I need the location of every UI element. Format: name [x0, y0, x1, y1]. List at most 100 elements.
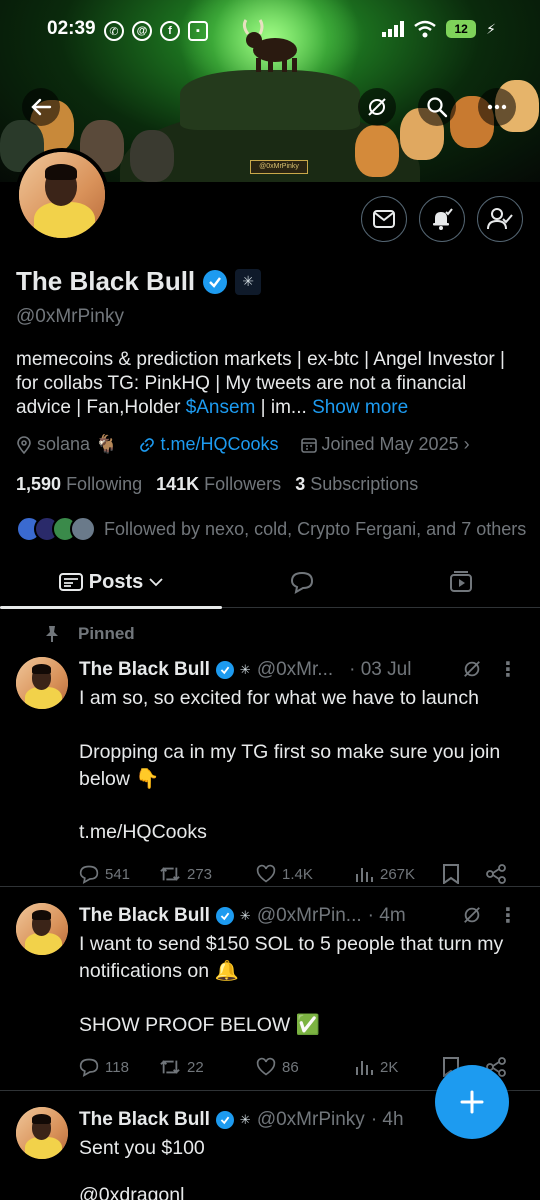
- post-author-handle[interactable]: @0xMr...: [257, 659, 333, 681]
- post-author-handle[interactable]: @0xMrPinky: [257, 1109, 365, 1131]
- post-author-name[interactable]: The Black Bull: [79, 659, 210, 681]
- website-item[interactable]: t.me/HQCooks: [139, 434, 279, 455]
- post-timestamp[interactable]: · 4m: [368, 905, 406, 927]
- followers-label: Followers: [204, 474, 282, 494]
- post-timestamp[interactable]: · 03 Jul: [349, 659, 411, 681]
- pin-icon: [46, 626, 58, 642]
- banner-dog: [130, 130, 174, 182]
- post-more-icon[interactable]: ⋮: [498, 657, 518, 682]
- subscriptions-count-link[interactable]: 3 Subscriptions: [295, 474, 418, 495]
- chevron-down-icon: [149, 578, 163, 587]
- chevron-right-icon: ›: [463, 434, 470, 454]
- back-button[interactable]: [22, 88, 60, 126]
- profile-avatar[interactable]: [15, 148, 109, 242]
- tab-posts[interactable]: Posts: [0, 556, 222, 609]
- post-timestamp[interactable]: · 4h: [371, 1109, 404, 1131]
- tab-replies[interactable]: [222, 556, 382, 608]
- post-link[interactable]: t.me/HQCooks: [79, 819, 524, 846]
- reply-count: 118: [105, 1058, 129, 1076]
- post-author-name[interactable]: The Black Bull: [79, 905, 210, 927]
- followers-count-link[interactable]: 141K Followers: [156, 474, 281, 495]
- repost-count: 22: [187, 1058, 204, 1076]
- affiliation-badge-icon: ✳: [239, 662, 251, 677]
- affiliation-badge-icon: ✳: [239, 1112, 251, 1127]
- show-more-link[interactable]: Show more: [312, 397, 408, 418]
- tab-media[interactable]: [382, 556, 540, 608]
- heart-icon: [256, 1057, 276, 1076]
- battery-indicator: 12: [446, 20, 477, 38]
- following-count: 1,590: [16, 474, 62, 494]
- affiliation-badge-icon: ✳: [239, 908, 251, 923]
- following-count-link[interactable]: 1,590 Following: [16, 474, 142, 495]
- post-more-icon[interactable]: ⋮: [498, 903, 518, 928]
- facebook-icon: f: [160, 21, 180, 41]
- verified-badge-icon[interactable]: [203, 269, 228, 294]
- compose-button[interactable]: [435, 1065, 509, 1139]
- reply-button[interactable]: 541: [79, 864, 159, 884]
- website-link[interactable]: t.me/HQCooks: [160, 434, 278, 455]
- video-icon: [450, 571, 472, 592]
- grok-icon[interactable]: [462, 659, 482, 685]
- followed-by-text: Followed by nexo, cold, Crypto Fergani, …: [104, 518, 527, 539]
- grok-icon[interactable]: [462, 905, 482, 931]
- repost-icon: [160, 867, 180, 881]
- verified-badge-icon: [215, 661, 234, 679]
- notifications-button[interactable]: [419, 196, 465, 242]
- post-header: The Black Bull ✳ @0xMrPin... · 4m ⋮: [79, 903, 524, 929]
- signal-icon: [382, 21, 405, 37]
- grok-button[interactable]: [358, 88, 396, 126]
- views-button[interactable]: 267K: [354, 864, 442, 884]
- envelope-icon: [373, 210, 395, 228]
- post-author-handle[interactable]: @0xMrPin...: [257, 905, 362, 927]
- repost-count: 273: [187, 865, 213, 883]
- post-mention-link[interactable]: @0xdragonl: [79, 1182, 524, 1200]
- search-button[interactable]: [418, 88, 456, 126]
- post-avatar[interactable]: [16, 657, 68, 709]
- link-icon: [140, 437, 155, 452]
- views-chart-icon: [356, 1061, 373, 1075]
- location-item: solana 🐐: [16, 434, 117, 455]
- banner-dog: [355, 125, 399, 177]
- profile-tabs: Posts: [0, 556, 540, 609]
- bookmark-icon: [443, 864, 459, 884]
- banner-rock: [180, 70, 360, 130]
- share-button[interactable]: [486, 864, 506, 884]
- bookmark-button[interactable]: [442, 864, 486, 884]
- cashtag-link[interactable]: $Ansem: [186, 397, 256, 418]
- followed-by-row[interactable]: Followed by nexo, cold, Crypto Fergani, …: [16, 516, 526, 542]
- heart-icon: [256, 864, 276, 883]
- profile-bio: memecoins & prediction markets | ex-btc …: [16, 348, 526, 420]
- views-count: 2K: [380, 1058, 399, 1076]
- following-button[interactable]: [477, 196, 523, 242]
- person-check-icon: [487, 208, 513, 230]
- status-bar: 02:39 ✆ @ f ▪ 12 ⚡: [0, 18, 540, 48]
- share-icon: [486, 864, 506, 884]
- post-avatar[interactable]: [16, 903, 68, 955]
- goat-emoji-icon: 🐐: [95, 434, 118, 454]
- affiliation-badge-icon[interactable]: ✳: [235, 268, 262, 295]
- reply-button[interactable]: 118: [79, 1057, 159, 1077]
- message-button[interactable]: [361, 196, 407, 242]
- pinned-label-row: Pinned: [44, 624, 135, 644]
- location-pin-icon: [17, 435, 31, 454]
- post-text: I am so, so excited for what we have to …: [79, 687, 501, 790]
- charging-icon: ⚡: [486, 20, 496, 37]
- repost-button[interactable]: 273: [159, 864, 256, 884]
- post-author-name[interactable]: The Black Bull: [79, 1109, 210, 1131]
- post-avatar[interactable]: [16, 1107, 68, 1159]
- following-label: Following: [66, 474, 143, 494]
- joined-item[interactable]: Joined May 2025 ›: [300, 434, 470, 455]
- views-count: 267K: [380, 865, 416, 883]
- whatsapp-icon: ✆: [104, 21, 124, 41]
- more-options-button[interactable]: [478, 88, 516, 126]
- repost-button[interactable]: 22: [159, 1057, 256, 1077]
- views-button[interactable]: 2K: [354, 1057, 442, 1077]
- reply-icon: [79, 1058, 99, 1077]
- like-button[interactable]: 1.4K: [256, 864, 354, 884]
- like-button[interactable]: 86: [256, 1057, 354, 1077]
- subscriptions-count: 3: [295, 474, 306, 494]
- avatar-shirt: [34, 201, 95, 238]
- profile-name: The Black Bull: [16, 266, 196, 296]
- wifi-icon: [414, 20, 436, 38]
- reply-bubble-icon: [290, 571, 314, 594]
